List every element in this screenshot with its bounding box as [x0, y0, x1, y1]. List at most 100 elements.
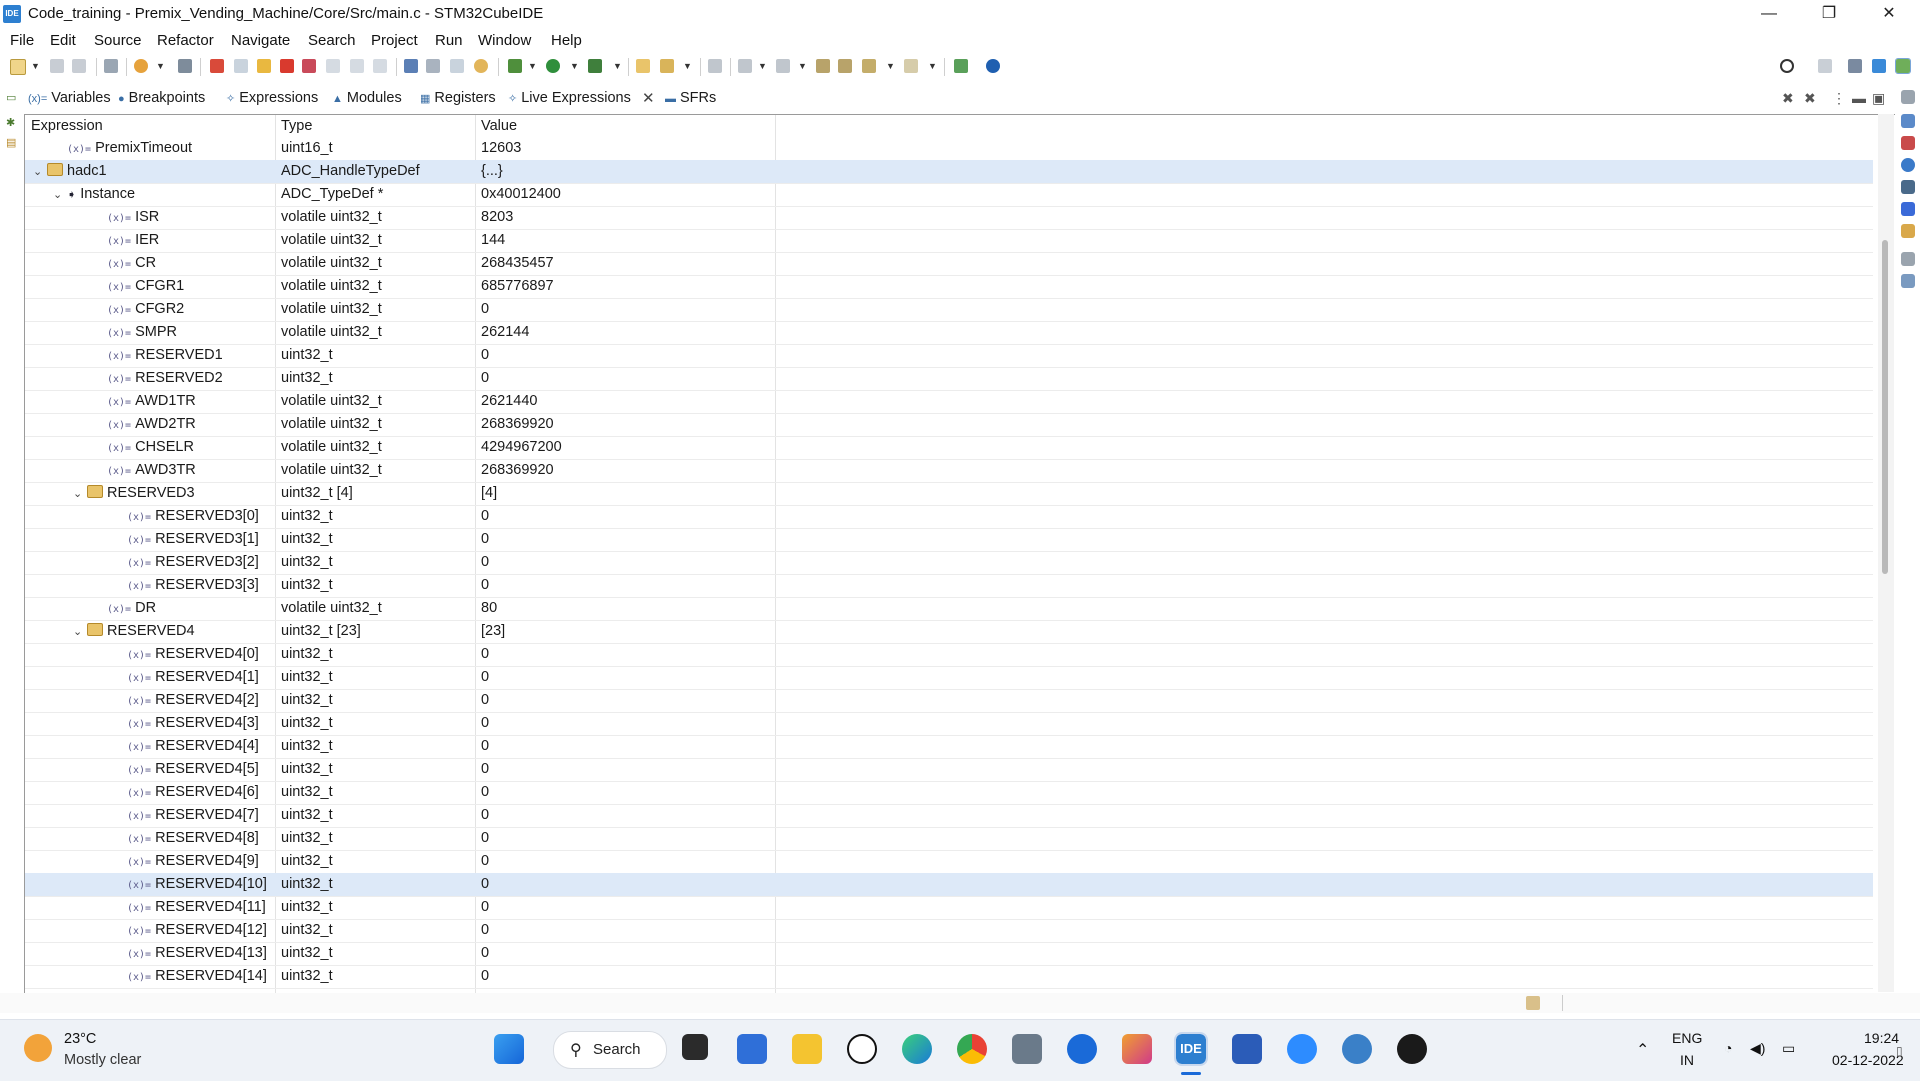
suspend-icon[interactable]	[257, 59, 271, 73]
weather-moon-icon[interactable]	[24, 1034, 52, 1062]
microsoft-store-icon[interactable]	[737, 1034, 767, 1064]
table-row[interactable]: (x)= RESERVED4[7] uint32_t 0	[25, 804, 1873, 828]
memory-view-icon[interactable]	[1901, 180, 1915, 194]
build-analyzer-icon[interactable]	[1901, 202, 1915, 216]
value-cell[interactable]: 0	[481, 669, 489, 685]
menu-edit[interactable]: Edit	[50, 32, 76, 49]
dell-icon[interactable]	[847, 1034, 877, 1064]
table-row[interactable]: ⌄ RESERVED4 uint32_t [23] [23]	[25, 620, 1873, 644]
zoom-icon[interactable]	[1287, 1034, 1317, 1064]
value-cell[interactable]: 12603	[481, 140, 521, 156]
stm32cubeide-taskbar-icon[interactable]: IDE	[1174, 1032, 1208, 1066]
volume-icon[interactable]: ◀)	[1750, 1040, 1765, 1057]
wifi-icon[interactable]: ◔	[1724, 1040, 1732, 1056]
media-player-icon[interactable]	[1397, 1034, 1427, 1064]
value-cell[interactable]: 685776897	[481, 278, 554, 294]
table-row[interactable]: (x)= RESERVED4[12] uint32_t 0	[25, 919, 1873, 943]
table-row[interactable]: (x)= CFGR1 volatile uint32_t 685776897	[25, 275, 1873, 299]
value-cell[interactable]: 0	[481, 577, 489, 593]
refresh-icon[interactable]	[134, 59, 148, 73]
column-header-type[interactable]: Type	[281, 118, 312, 134]
tab-breakpoints[interactable]: ● Breakpoints	[118, 90, 205, 106]
table-row[interactable]: (x)= CHSELR volatile uint32_t 4294967200	[25, 436, 1873, 460]
language-indicator-bottom[interactable]: IN	[1680, 1052, 1694, 1068]
maximize-icon[interactable]: ▣	[1872, 90, 1885, 107]
tab-registers[interactable]: ▦ Registers	[420, 90, 496, 106]
value-cell[interactable]: {...}	[481, 163, 503, 179]
menu-navigate[interactable]: Navigate	[231, 32, 290, 49]
language-indicator-top[interactable]: ENG	[1672, 1030, 1702, 1046]
console-view-icon[interactable]	[1901, 114, 1915, 128]
notification-icon[interactable]: ▯	[1896, 1044, 1903, 1058]
chevron-down-icon[interactable]: ▼	[156, 61, 165, 71]
table-row[interactable]: (x)= RESERVED3[0] uint32_t 0	[25, 505, 1873, 529]
table-row[interactable]: (x)= RESERVED4[3] uint32_t 0	[25, 712, 1873, 736]
chevron-down-icon[interactable]: ▼	[570, 61, 579, 71]
debug-icon[interactable]	[508, 59, 522, 73]
menu-refactor[interactable]: Refactor	[157, 32, 214, 49]
menu-source[interactable]: Source	[94, 32, 142, 49]
table-row[interactable]: (x)= RESERVED4[2] uint32_t 0	[25, 689, 1873, 713]
table-row[interactable]: (x)= RESERVED4[9] uint32_t 0	[25, 850, 1873, 874]
menu-run[interactable]: Run	[435, 32, 463, 49]
chat-app-icon[interactable]	[1342, 1034, 1372, 1064]
maps-pin-icon[interactable]	[1067, 1034, 1097, 1064]
value-cell[interactable]: 0	[481, 899, 489, 915]
value-cell[interactable]: 0x40012400	[481, 186, 561, 202]
search-icon[interactable]	[1780, 59, 1794, 73]
pin-editor-icon[interactable]	[954, 59, 968, 73]
chrome-browser-icon[interactable]	[957, 1034, 987, 1064]
table-row[interactable]: (x)= ISR volatile uint32_t 8203	[25, 206, 1873, 230]
value-cell[interactable]: 0	[481, 554, 489, 570]
table-row[interactable]: ⌄ hadc1 ADC_HandleTypeDef {...}	[25, 160, 1873, 184]
menu-help[interactable]: Help	[551, 32, 582, 49]
value-cell[interactable]: 0	[481, 508, 489, 524]
value-cell[interactable]: 0	[481, 922, 489, 938]
clock-date[interactable]: 02-12-2022	[1832, 1052, 1904, 1068]
value-cell[interactable]: [23]	[481, 623, 505, 639]
table-row[interactable]: (x)= RESERVED4[0] uint32_t 0	[25, 643, 1873, 667]
value-cell[interactable]: 0	[481, 784, 489, 800]
tab-sfrs[interactable]: ▬ SFRs	[665, 90, 716, 106]
chevron-down-icon[interactable]: ⌄	[73, 625, 87, 638]
value-cell[interactable]: 8203	[481, 209, 513, 225]
workspace-status-icon[interactable]	[1526, 996, 1540, 1010]
minimize-icon[interactable]: ▬	[1852, 90, 1866, 106]
cubemx-icon[interactable]	[1122, 1034, 1152, 1064]
chevron-down-icon[interactable]: ⌄	[33, 165, 47, 178]
table-row[interactable]: (x)= RESERVED4[6] uint32_t 0	[25, 781, 1873, 805]
tab-live-expressions[interactable]: ✧ Live Expressions	[508, 90, 631, 106]
table-row[interactable]: (x)= RESERVED4[1] uint32_t 0	[25, 666, 1873, 690]
run-icon[interactable]	[546, 59, 560, 73]
column-header-expression[interactable]: Expression	[31, 118, 103, 134]
restart-icon[interactable]	[450, 59, 464, 73]
table-row[interactable]: (x)= CFGR2 volatile uint32_t 0	[25, 298, 1873, 322]
table-row[interactable]: (x)= RESERVED3[1] uint32_t 0	[25, 528, 1873, 552]
chevron-down-icon[interactable]: ▼	[528, 61, 537, 71]
chevron-down-icon[interactable]: ▼	[683, 61, 692, 71]
chevron-down-icon[interactable]: ⌄	[73, 487, 87, 500]
chevron-down-icon[interactable]: ▼	[798, 61, 807, 71]
table-row[interactable]: (x)= RESERVED4[8] uint32_t 0	[25, 827, 1873, 851]
value-cell[interactable]: 0	[481, 807, 489, 823]
table-row[interactable]: (x)= RESERVED4[10] uint32_t 0	[25, 873, 1873, 897]
instruction-step-icon[interactable]	[404, 59, 418, 73]
new-file-icon[interactable]	[10, 59, 26, 75]
value-cell[interactable]: 0	[481, 715, 489, 731]
value-cell[interactable]: 0	[481, 531, 489, 547]
value-cell[interactable]: 268435457	[481, 255, 554, 271]
table-row[interactable]: (x)= RESERVED4[14] uint32_t 0	[25, 965, 1873, 989]
remove-all-expressions-icon[interactable]: ✖	[1804, 90, 1816, 107]
next-annotation-icon[interactable]	[738, 59, 752, 73]
disconnect-icon[interactable]	[302, 59, 316, 73]
menu-window[interactable]: Window	[478, 32, 531, 49]
table-row[interactable]: (x)= RESERVED1 uint32_t 0	[25, 344, 1873, 368]
view-menu-icon[interactable]: ⋮	[1832, 90, 1846, 107]
table-row[interactable]: (x)= RESERVED4[5] uint32_t 0	[25, 758, 1873, 782]
search-toolbar-icon[interactable]	[660, 59, 674, 73]
toggle-mark-icon[interactable]	[708, 59, 722, 73]
value-cell[interactable]: [4]	[481, 485, 497, 501]
restore-button[interactable]: ❐	[1800, 0, 1858, 28]
value-cell[interactable]: 0	[481, 692, 489, 708]
chevron-down-icon[interactable]: ▼	[613, 61, 622, 71]
